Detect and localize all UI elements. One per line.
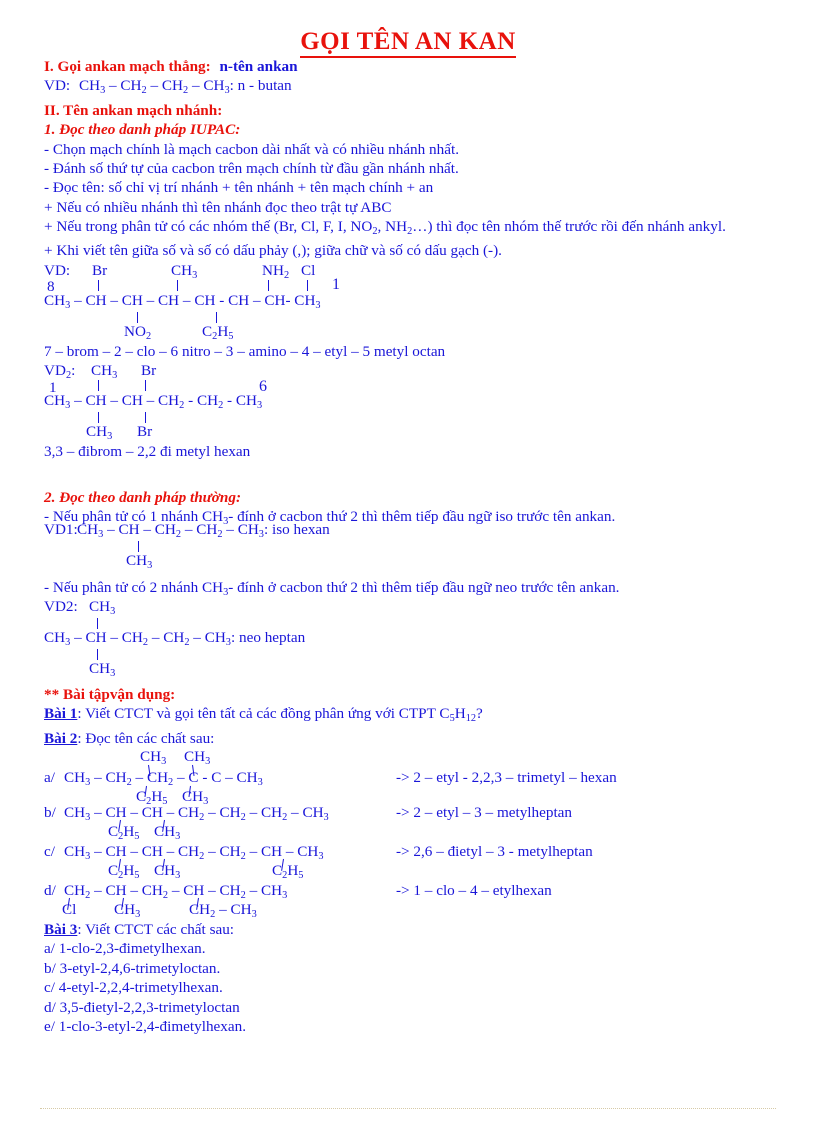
a-top-2: CH3 xyxy=(184,748,211,767)
vd2-name: 3,3 – đibrom – 2,2 đi metyl hexan xyxy=(44,443,251,460)
bai3-item-c: c/ 4-etyl-2,2,4-trimetylhexan. xyxy=(44,979,223,997)
rule-0: - Chọn mạch chính là mạch cacbon dài nhấ… xyxy=(44,140,459,158)
section-1: I. Gọi ankan mạch thẳng: n-tên ankan VD:… xyxy=(44,57,726,261)
section-1-example-formula: CH3 – CH2 – CH2 – CH3 xyxy=(78,77,230,97)
bai3-item-a: a/ 1-clo-2,3-đimetylhexan. xyxy=(44,940,206,958)
vd1-bond-3 xyxy=(268,280,269,291)
section-1-heading-red: I. Gọi ankan mạch thẳng: xyxy=(44,58,211,75)
vd1-main-chain: CH3 – CH – CH – CH – CH - CH – CH- CH3 xyxy=(44,292,321,311)
page-title: GỌI TÊN AN KAN xyxy=(0,28,816,58)
bai2-item-d: d/ CH2 – CH – CH2 – CH – CH2 – CH3 Cl CH… xyxy=(44,882,744,920)
section-1-example: VD: CH3 – CH2 – CH2 – CH3: n - butan xyxy=(44,76,726,100)
neo-chain: CH3 – CH – CH2 – CH2 – CH3: neo heptan xyxy=(44,629,306,648)
bai2-item-b: b/ CH3 – CH – CH – CH2 – CH2 – CH2 – CH3… xyxy=(44,804,744,842)
a-top-1: CH3 xyxy=(140,748,167,767)
b-chain: CH3 – CH – CH – CH2 – CH2 – CH2 – CH3 xyxy=(64,804,329,823)
bai2-line: Bài 2: Đọc tên các chất sau: xyxy=(44,729,483,748)
iso-chain: CH3 – CH – CH2 – CH2 – CH3: iso hexan xyxy=(77,521,330,540)
rule-2: - Đọc tên: số chỉ vị trí nhánh + tên nhá… xyxy=(44,179,434,197)
rule-1: - Đánh số thứ tự của cacbon trên mạch ch… xyxy=(44,159,459,177)
b-answer: -> 2 – etyl – 3 – metylheptan xyxy=(396,804,573,821)
structure-iso-hexan: VD1: CH3 – CH – CH2 – CH2 – CH3: iso hex… xyxy=(44,521,464,579)
rule-5: + Khi viết tên giữa số và số có dấu phảy… xyxy=(44,242,502,260)
vd2-bond-3 xyxy=(98,412,99,423)
neo-bond-top xyxy=(97,618,98,629)
footer-divider xyxy=(40,1108,776,1110)
section-1-heading-blue: n-tên ankan xyxy=(219,58,298,75)
page-title-text: GỌI TÊN AN KAN xyxy=(300,28,516,58)
section-1-heading: I. Gọi ankan mạch thẳng: n-tên ankan xyxy=(44,57,726,76)
vd1-bond-1 xyxy=(98,280,99,291)
d-id: d/ xyxy=(44,882,56,899)
b-id: b/ xyxy=(44,804,56,821)
vd2-bond-4 xyxy=(145,412,146,423)
bai3-line: Bài 3: Viết CTCT các chất sau: xyxy=(44,920,246,939)
bai3: Bài 3: Viết CTCT các chất sau: a/ 1-clo-… xyxy=(44,920,246,1036)
rule-4: + Nếu trong phân tử có các nhóm thế (Br,… xyxy=(44,218,726,238)
vd1-sub-ch3: CH3 xyxy=(171,262,198,281)
neo-label: VD2: xyxy=(44,598,78,615)
neo-top: CH3 xyxy=(89,598,116,617)
section-2-sub1-heading: 1. Đọc theo danh pháp IUPAC: xyxy=(44,121,241,139)
structure-vd2: VD2: CH3 Br 1 6 CH3 – CH – CH – CH2 - CH… xyxy=(44,362,444,460)
vd2-main-chain: CH3 – CH – CH – CH2 - CH2 - CH3 xyxy=(44,392,263,411)
vd2-sub-ch3-top: CH3 xyxy=(91,362,118,381)
iso-branch: CH3 xyxy=(126,552,153,571)
bai3-label: Bài 3 xyxy=(44,921,78,938)
vd1-name: 7 – brom – 2 – clo – 6 nitro – 3 – amino… xyxy=(44,343,446,360)
vd1-bond-5 xyxy=(137,312,138,323)
section-1-example-label: VD: xyxy=(44,77,71,95)
iso-name: : iso hexan xyxy=(263,521,330,538)
structure-vd1: VD: Br CH3 NH2 Cl 8 1 CH3 – CH – CH – CH… xyxy=(44,262,494,360)
bai1-text: : Viết CTCT và gọi tên tất cả các đồng p… xyxy=(77,705,483,725)
vd1-bond-6 xyxy=(216,312,217,323)
bai1-line: Bài 1: Viết CTCT và gọi tên tất cả các đ… xyxy=(44,704,483,728)
bai3-text: : Viết CTCT các chất sau: xyxy=(77,921,235,938)
a-answer: -> 2 – etyl - 2,2,3 – trimetyl – hexan xyxy=(396,769,617,786)
neo-bond-bottom xyxy=(97,649,98,660)
bai2-text: : Đọc tên các chất sau: xyxy=(77,729,215,747)
document-page: GỌI TÊN AN KAN I. Gọi ankan mạch thẳng: … xyxy=(0,0,816,1123)
bai2-item-a: CH3 CH3 a/ CH3 – CH2 – CH2 – C - C – CH3… xyxy=(44,748,744,807)
rule-3: + Nếu có nhiều nhánh thì tên nhánh đọc t… xyxy=(44,198,392,216)
vd1-bond-4 xyxy=(307,280,308,291)
bai3-item-d: d/ 3,5-đietyl-2,2,3-trimetyloctan xyxy=(44,998,240,1016)
d-bottom-1: Cl xyxy=(62,901,77,918)
section-common-heading: 2. Đọc theo danh pháp thường: xyxy=(44,489,241,506)
exercises: ** Bài tậpvận dụng: Bài 1: Viết CTCT và … xyxy=(44,685,483,748)
a-id: a/ xyxy=(44,769,55,786)
vd2-bond-1 xyxy=(98,380,99,391)
vd1-sub-br: Br xyxy=(92,262,108,279)
bai2-item-c: c/ CH3 – CH – CH – CH2 – CH2 – CH – CH3 … xyxy=(44,843,744,881)
vd2-sub-br-top: Br xyxy=(141,362,157,379)
iso-bond xyxy=(138,541,139,552)
section-1-example-name: : n - butan xyxy=(229,77,292,95)
vd1-number-1: 1 xyxy=(332,276,340,293)
bai3-item-e: e/ 1-clo-3-etyl-2,4-đimetylhexan. xyxy=(44,1018,247,1036)
structure-neo-heptan: VD2: CH3 CH3 – CH – CH2 – CH2 – CH3: neo… xyxy=(44,598,464,680)
c-id: c/ xyxy=(44,843,55,860)
vd1-bond-2 xyxy=(177,280,178,291)
exercises-heading: ** Bài tậpvận dụng: xyxy=(44,686,176,703)
bai1-label: Bài 1 xyxy=(44,705,78,723)
bai3-item-b: b/ 3-etyl-2,4,6-trimetyloctan. xyxy=(44,959,221,977)
bai2-label: Bài 2 xyxy=(44,729,78,747)
vd2-sub-br-bottom: Br xyxy=(137,423,153,440)
vd1-sub-nh2: NH2 xyxy=(262,262,290,281)
iso-label: VD1: xyxy=(44,521,78,538)
vd2-bond-2 xyxy=(145,380,146,391)
neo-name: : neo heptan xyxy=(230,629,306,646)
d-answer: -> 1 – clo – 4 – etylhexan xyxy=(396,882,552,899)
vd1-sub-cl: Cl xyxy=(301,262,316,279)
neo-bottom: CH3 xyxy=(89,660,116,679)
section-2-heading: II. Tên ankan mạch nhánh: xyxy=(44,101,223,119)
c-answer: -> 2,6 – đietyl – 3 - metylheptan xyxy=(396,843,593,860)
